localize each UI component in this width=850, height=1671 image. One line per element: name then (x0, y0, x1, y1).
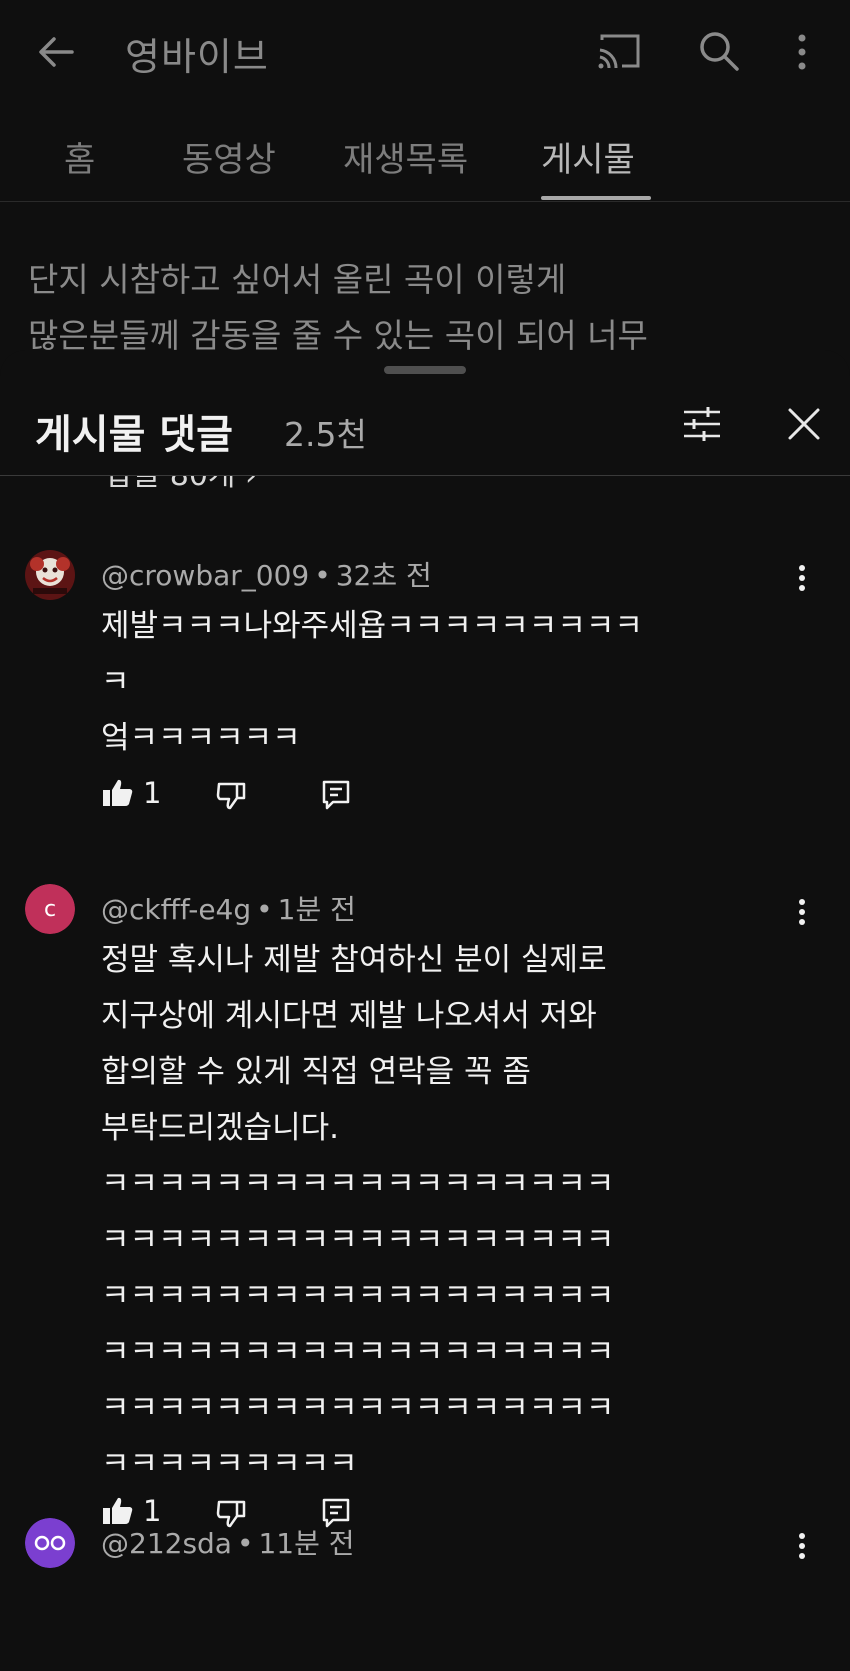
close-sheet-button[interactable] (782, 402, 826, 446)
more-vert-icon (798, 34, 806, 70)
comment-time: 1분 전 (277, 893, 356, 926)
comment-line: ㅋㅋㅋㅋㅋㅋㅋㅋㅋㅋㅋㅋㅋㅋㅋㅋㅋㅋ (101, 1390, 615, 1426)
overflow-menu-button[interactable] (790, 30, 814, 74)
comment-time: 32초 전 (335, 559, 432, 592)
search-icon (700, 32, 739, 71)
like-count: 1 (143, 776, 162, 810)
comment-line: ㅋㅋㅋㅋㅋㅋㅋㅋㅋㅋㅋㅋㅋㅋㅋㅋㅋㅋ (101, 1334, 615, 1370)
comment-line: 엌ㅋㅋㅋㅋㅋㅋ (101, 720, 301, 756)
search-button[interactable] (696, 28, 742, 74)
reply-button[interactable] (319, 778, 353, 812)
tab-home[interactable]: 홈 (64, 132, 95, 181)
meta-separator: • (236, 1527, 254, 1560)
comments-sheet: 게시물 댓글 2.5천 답글 80개 › (0, 350, 850, 1671)
comment-menu-button[interactable] (790, 894, 814, 930)
avatar[interactable]: c (25, 884, 75, 934)
comment-line: 제발ㅋㅋㅋ나와주세욥ㅋㅋㅋㅋㅋㅋㅋㅋㅋ (101, 608, 643, 644)
like-button[interactable] (101, 776, 135, 810)
comment-meta: @crowbar_009 • 32초 전 (101, 554, 432, 594)
comment-line: ㅋㅋㅋㅋㅋㅋㅋㅋㅋㅋㅋㅋㅋㅋㅋㅋㅋㅋ (101, 1166, 615, 1202)
sort-filter-button[interactable] (680, 402, 724, 446)
tab-playlists[interactable]: 재생목록 (343, 132, 468, 181)
meta-separator: • (314, 559, 331, 592)
comment-author[interactable]: @ckfff-e4g (101, 893, 251, 926)
comment-icon (322, 780, 350, 810)
comment-line: ㅋ (101, 664, 130, 700)
comment-line: ㅋㅋㅋㅋㅋㅋㅋㅋㅋ (101, 1446, 358, 1482)
comment-meta: @ckfff-e4g • 1분 전 (101, 888, 356, 928)
channel-title: 영바이브 (125, 35, 269, 79)
avatar[interactable] (25, 1518, 75, 1568)
tab-videos[interactable]: 동영상 (182, 132, 276, 181)
comment-actions: 1 (101, 776, 401, 820)
comment-count: 2.5천 (284, 415, 367, 454)
sheet-title: 게시물 댓글 (35, 412, 233, 458)
clown-avatar-icon (25, 550, 75, 600)
comment-menu-button[interactable] (790, 560, 814, 596)
comment-line: ㅋㅋㅋㅋㅋㅋㅋㅋㅋㅋㅋㅋㅋㅋㅋㅋㅋㅋ (101, 1222, 615, 1258)
avatar-letter: c (43, 896, 57, 922)
channel-tabs: 홈 동영상 재생목록 게시물 (0, 118, 850, 202)
more-vert-icon (799, 1533, 805, 1559)
close-icon (788, 408, 820, 440)
top-app-bar: 영바이브 (0, 0, 850, 104)
meta-separator: • (256, 893, 273, 926)
tab-posts[interactable]: 게시물 (541, 132, 635, 181)
avatar[interactable] (25, 550, 75, 600)
sliders-icon (684, 407, 720, 441)
more-vert-icon (799, 565, 805, 591)
post-preview-text: 단지 시참하고 싶어서 올린 곡이 이렇게 많은분들께 감동을 줄 수 있는 곡… (28, 252, 828, 364)
cast-button[interactable] (596, 30, 642, 74)
back-button[interactable] (34, 30, 78, 74)
comment-line: ㅋㅋㅋㅋㅋㅋㅋㅋㅋㅋㅋㅋㅋㅋㅋㅋㅋㅋ (101, 1278, 615, 1314)
comment-author[interactable]: @212sda (101, 1527, 232, 1560)
active-tab-indicator (541, 196, 651, 200)
comment-author[interactable]: @crowbar_009 (101, 559, 309, 592)
owl-avatar-icon (25, 1518, 75, 1568)
cast-icon (598, 34, 640, 69)
arrow-left-icon (39, 37, 74, 67)
sheet-drag-handle[interactable] (384, 366, 466, 374)
comment-text: 정말 혹시나 제발 참여하신 분이 실제로 지구상에 계시다면 제발 나오셔서 … (101, 932, 781, 1492)
comment-line: 합의할 수 있게 직접 연락을 꼭 좀 (101, 1054, 531, 1090)
comment-line: 지구상에 계시다면 제발 나오셔서 저와 (101, 998, 597, 1034)
more-vert-icon (799, 899, 805, 925)
comment-time: 11분 전 (258, 1527, 355, 1560)
comment-line: 부탁드리겠습니다. (101, 1110, 340, 1146)
comment-meta: @212sda • 11분 전 (101, 1522, 355, 1562)
comment-menu-button[interactable] (790, 1528, 814, 1564)
comment-line: 정말 혹시나 제발 참여하신 분이 실제로 (101, 942, 607, 978)
post-line: 단지 시참하고 싶어서 올린 곡이 이렇게 (28, 260, 567, 299)
sheet-header: 게시물 댓글 2.5천 (0, 380, 850, 476)
dislike-button[interactable] (215, 778, 249, 812)
thumb-down-icon (216, 782, 246, 810)
comment-text: 제발ㅋㅋㅋ나와주세욥ㅋㅋㅋㅋㅋㅋㅋㅋㅋ ㅋ 엌ㅋㅋㅋㅋㅋㅋ (101, 598, 781, 766)
thumb-up-icon (103, 779, 133, 806)
